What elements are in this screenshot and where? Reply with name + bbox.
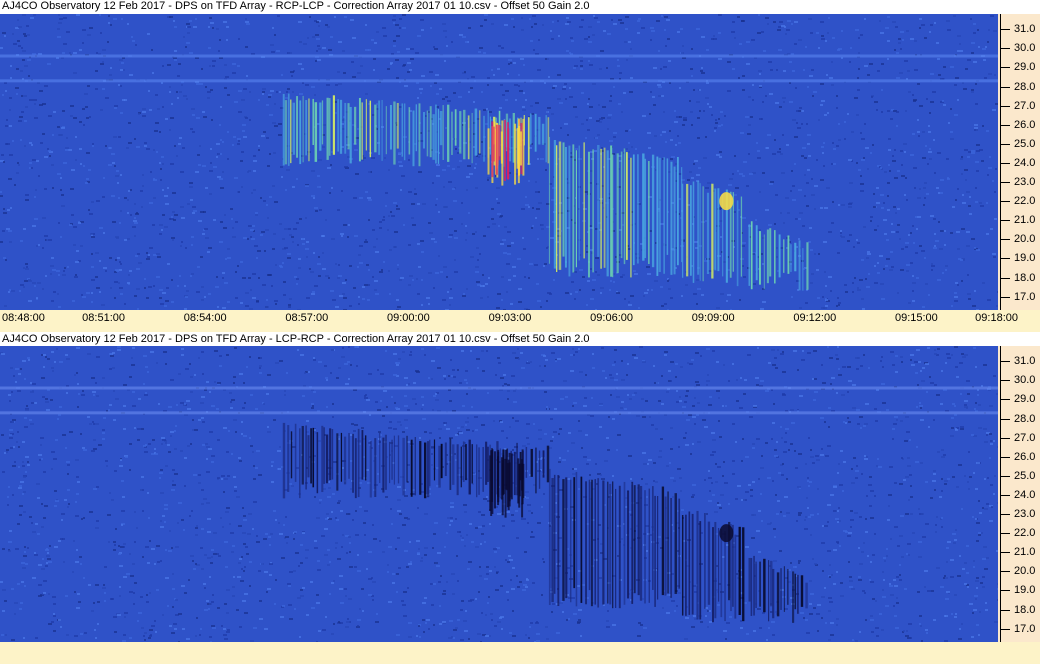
x-tick-label: 08:57:00 bbox=[285, 312, 329, 324]
y-tick-label: 25.0 bbox=[1014, 137, 1036, 150]
panel2-spectrogram bbox=[0, 346, 998, 642]
y-tick-label: 31.0 bbox=[1014, 355, 1036, 368]
y-tick-mark bbox=[1000, 399, 1010, 401]
y-tick-label: 28.0 bbox=[1014, 80, 1036, 93]
y-tick-mark bbox=[1000, 437, 1010, 439]
interference-band bbox=[0, 411, 998, 415]
y-tick-label: 24.0 bbox=[1014, 488, 1036, 501]
x-tick-label: 09:03:00 bbox=[488, 312, 532, 324]
y-tick-mark bbox=[1000, 361, 1010, 363]
y-tick-mark bbox=[1000, 418, 1010, 420]
y-tick-label: 30.0 bbox=[1014, 42, 1036, 55]
y-tick-label: 29.0 bbox=[1014, 61, 1036, 74]
y-tick-mark bbox=[1000, 456, 1010, 458]
y-tick-label: 23.0 bbox=[1014, 176, 1036, 189]
y-tick-label: 18.0 bbox=[1014, 603, 1036, 616]
y-tick-mark bbox=[1000, 48, 1010, 50]
x-tick-label: 09:15:00 bbox=[894, 312, 938, 324]
y-tick-mark bbox=[1000, 86, 1010, 88]
y-tick-mark bbox=[1000, 628, 1010, 630]
y-tick-label: 23.0 bbox=[1014, 508, 1036, 521]
y-tick-mark bbox=[1000, 609, 1010, 611]
y-tick-label: 22.0 bbox=[1014, 527, 1036, 540]
panel2-frequency-axis: 31.0 30.0 29.0 28.0 27.0 26.0 25.0 24.0 23.0 22.0… bbox=[998, 346, 1040, 642]
x-tick-label: 08:51:00 bbox=[82, 312, 126, 324]
y-tick-label: 30.0 bbox=[1014, 374, 1036, 387]
y-tick-label: 20.0 bbox=[1014, 565, 1036, 578]
interference-band bbox=[0, 79, 998, 83]
y-tick-label: 29.0 bbox=[1014, 393, 1036, 406]
x-tick-label: 09:00:00 bbox=[386, 312, 430, 324]
y-tick-label: 18.0 bbox=[1014, 271, 1036, 284]
y-tick-mark bbox=[1000, 475, 1010, 477]
y-tick-mark bbox=[1000, 552, 1010, 554]
y-tick-mark bbox=[1000, 182, 1010, 184]
y-tick-mark bbox=[1000, 105, 1010, 107]
y-tick-label: 26.0 bbox=[1014, 118, 1036, 131]
y-tick-label: 20.0 bbox=[1014, 233, 1036, 246]
y-tick-label: 26.0 bbox=[1014, 450, 1036, 463]
y-tick-label: 19.0 bbox=[1014, 584, 1036, 597]
panel1-spectrogram bbox=[0, 14, 998, 310]
y-tick-mark bbox=[1000, 494, 1010, 496]
y-tick-label: 27.0 bbox=[1014, 99, 1036, 112]
y-tick-label: 28.0 bbox=[1014, 412, 1036, 425]
y-tick-mark bbox=[1000, 201, 1010, 203]
y-tick-mark bbox=[1000, 162, 1010, 164]
y-tick-mark bbox=[1000, 571, 1010, 573]
y-tick-mark bbox=[1000, 67, 1010, 69]
y-tick-label: 22.0 bbox=[1014, 195, 1036, 208]
y-tick-label: 27.0 bbox=[1014, 431, 1036, 444]
y-tick-label: 21.0 bbox=[1014, 214, 1036, 227]
panel1-title: AJ4CO Observatory 12 Feb 2017 - DPS on T… bbox=[2, 0, 590, 12]
y-tick-mark bbox=[1000, 277, 1010, 279]
y-tick-label: 24.0 bbox=[1014, 156, 1036, 169]
x-tick-label: 09:09:00 bbox=[691, 312, 735, 324]
panel1-frequency-axis: 31.0 30.0 29.0 28.0 27.0 26.0 25.0 24.0 23.0 22.0… bbox=[998, 14, 1040, 310]
y-tick-mark bbox=[1000, 514, 1010, 516]
x-tick-label: 09:06:00 bbox=[590, 312, 634, 324]
interference-band bbox=[0, 54, 998, 58]
y-tick-label: 25.0 bbox=[1014, 469, 1036, 482]
y-tick-label: 31.0 bbox=[1014, 23, 1036, 36]
panel2-title: AJ4CO Observatory 12 Feb 2017 - DPS on T… bbox=[2, 333, 590, 345]
x-tick-label: 09:12:00 bbox=[793, 312, 837, 324]
panel1-time-axis: 08:48:00 08:51:00 08:54:00 08:57:00 09:00:00… bbox=[0, 310, 1040, 332]
y-tick-mark bbox=[1000, 380, 1010, 382]
y-tick-mark bbox=[1000, 143, 1010, 145]
y-tick-mark bbox=[1000, 590, 1010, 592]
spectrogram-background bbox=[0, 14, 998, 310]
y-tick-label: 17.0 bbox=[1014, 622, 1036, 635]
y-tick-mark bbox=[1000, 258, 1010, 260]
y-tick-mark bbox=[1000, 124, 1010, 126]
y-tick-mark bbox=[1000, 533, 1010, 535]
y-tick-mark bbox=[1000, 296, 1010, 298]
panel2-time-axis bbox=[0, 642, 1040, 664]
y-tick-label: 21.0 bbox=[1014, 546, 1036, 559]
y-tick-mark bbox=[1000, 220, 1010, 222]
x-tick-label: 08:54:00 bbox=[183, 312, 227, 324]
y-tick-mark bbox=[1000, 239, 1010, 241]
y-tick-mark bbox=[1000, 29, 1010, 31]
interference-band bbox=[0, 386, 998, 390]
x-tick-label: 08:48:00 bbox=[2, 312, 45, 324]
x-tick-label: 09:18:00 bbox=[975, 312, 1018, 324]
y-tick-label: 19.0 bbox=[1014, 252, 1036, 265]
y-tick-label: 17.0 bbox=[1014, 290, 1036, 303]
